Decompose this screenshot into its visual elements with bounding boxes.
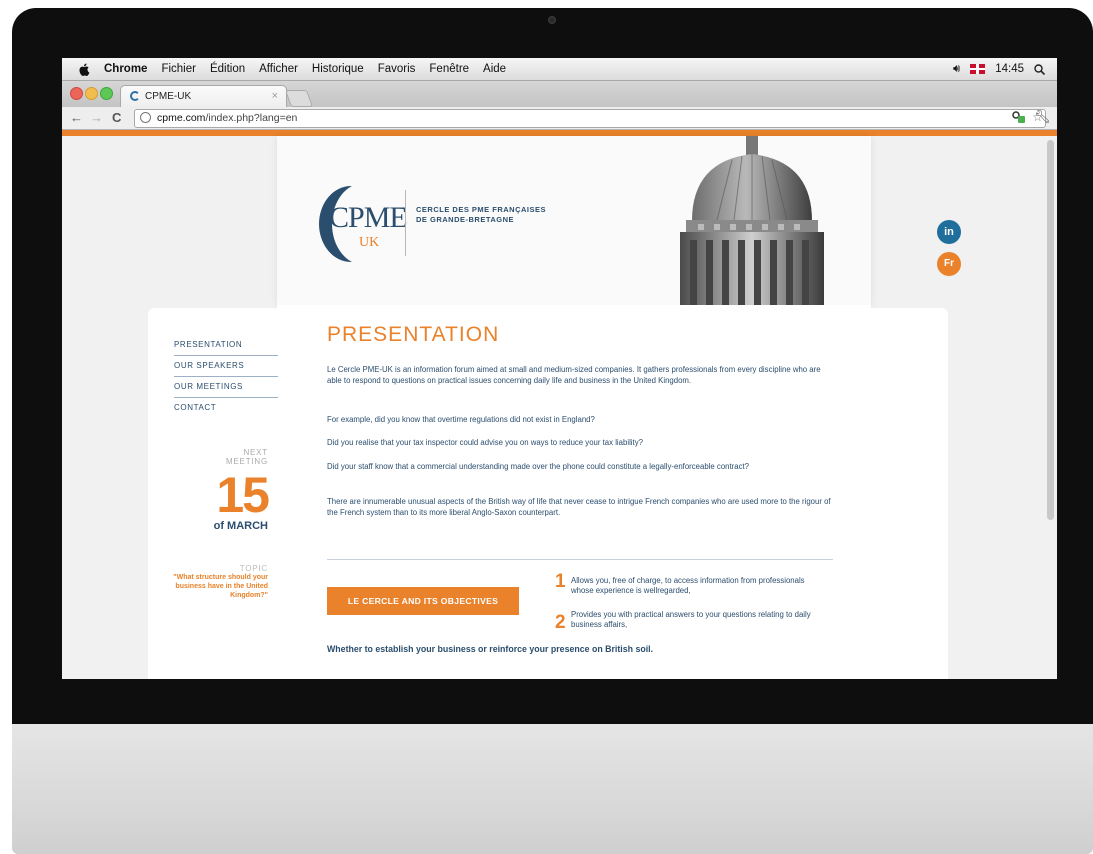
paragraph-overtime: For example, did you know that overtime … [327,415,595,424]
back-arrow-icon[interactable]: ← [70,110,83,125]
extension-icon[interactable] [1012,110,1026,124]
new-tab-button[interactable] [284,90,314,107]
next-meeting-day: 15 [216,467,270,523]
spotlight-search-icon[interactable] [1034,63,1045,75]
objectives-button[interactable]: LE CERCLE AND ITS OBJECTIVES [327,587,519,615]
topic-text: "What structure should your business hav… [173,574,268,599]
wrench-menu-icon[interactable]: 🔧︎ [1034,109,1051,125]
nav-our-meetings[interactable]: OUR MEETINGS [174,377,278,398]
linkedin-icon[interactable]: in [937,220,961,244]
menu-app-name[interactable]: Chrome [104,63,147,75]
sidebar-nav: PRESENTATION OUR SPEAKERS OUR MEETINGS C… [174,335,278,418]
french-language-button[interactable]: Fr [937,252,961,276]
objective-text-2: Provides you with practical answers to y… [571,610,811,629]
web-page: CPME UK CERCLE DES PME FRANÇAISES DE GRA… [62,130,1057,679]
volume-icon[interactable]: 🔊︎ [953,63,960,76]
menu-historique[interactable]: Historique [312,63,364,75]
nav-contact[interactable]: CONTACT [174,398,278,418]
window-minimize-button[interactable] [85,87,98,100]
menu-fenetre[interactable]: Fenêtre [429,63,469,75]
site-header: CPME UK CERCLE DES PME FRANÇAISES DE GRA… [277,136,871,306]
objective-text-1: Allows you, free of charge, to access in… [571,576,805,595]
menubar-clock[interactable]: 14:45 [995,63,1024,75]
menu-afficher[interactable]: Afficher [259,63,298,75]
logo-tagline: CERCLE DES PME FRANÇAISES DE GRANDE-BRET… [416,205,547,224]
paragraph-british-way: There are innumerable unusual aspects of… [327,497,831,517]
logo-sub: UK [359,235,380,250]
nav-our-speakers[interactable]: OUR SPEAKERS [174,356,278,377]
address-bar[interactable]: cpme.com/index.php?lang=en ☆ [134,109,1046,128]
menu-fichier[interactable]: Fichier [161,63,196,75]
camera-icon [548,16,556,24]
browser-tab-strip: CPME-UK × [62,81,1057,108]
window-zoom-button[interactable] [100,87,113,100]
logo-divider [405,190,406,256]
apple-icon[interactable] [78,62,90,76]
reload-icon[interactable]: C [112,110,121,125]
forward-arrow-icon[interactable]: → [90,110,103,125]
browser-tab[interactable]: CPME-UK × [120,85,287,108]
browser-toolbar: ← → C cpme.com/index.php?lang=en ☆ 🔧︎ [62,107,1057,130]
site-favicon-icon [130,91,140,101]
closing-statement: Whether to establish your business or re… [327,644,654,654]
url-text[interactable]: cpme.com/index.php?lang=en [157,112,297,124]
screen: Chrome Fichier Édition Afficher Historiq… [62,58,1057,679]
st-pauls-dome-image [680,136,824,306]
objective-number-2: 2 [555,612,566,633]
objective-number-1: 1 [555,571,566,592]
menu-favoris[interactable]: Favoris [378,63,416,75]
content-divider [327,559,833,560]
menu-edition[interactable]: Édition [210,63,245,75]
nav-presentation[interactable]: PRESENTATION [174,335,278,356]
next-meeting-label-1: NEXT [243,448,268,457]
site-logo[interactable]: CPME UK CERCLE DES PME FRANÇAISES DE GRA… [319,183,546,266]
tab-title: CPME-UK [145,91,192,102]
meeting-topic: TOPIC "What structure should your busine… [166,564,268,600]
menu-aide[interactable]: Aide [483,63,506,75]
next-meeting-month: of MARCH [213,520,268,532]
paragraph-tax: Did you realise that your tax inspector … [327,438,643,447]
intro-paragraph: Le Cercle PME-UK is an information forum… [327,365,821,385]
logo-text: CPME [329,201,408,234]
page-scrollbar[interactable] [1047,140,1054,520]
page-title: PRESENTATION [327,323,500,346]
next-meeting-label-2: MEETING [225,457,268,466]
paragraph-contract: Did your staff know that a commercial un… [327,462,749,471]
next-meeting: NEXT MEETING 15 of MARCH [174,448,270,532]
input-source-flag-icon[interactable] [970,64,986,74]
tab-close-icon[interactable]: × [272,90,278,102]
mac-menu-bar: Chrome Fichier Édition Afficher Historiq… [62,58,1057,81]
topic-label: TOPIC [239,564,268,573]
page-info-icon[interactable] [140,112,151,123]
window-close-button[interactable] [70,87,83,100]
